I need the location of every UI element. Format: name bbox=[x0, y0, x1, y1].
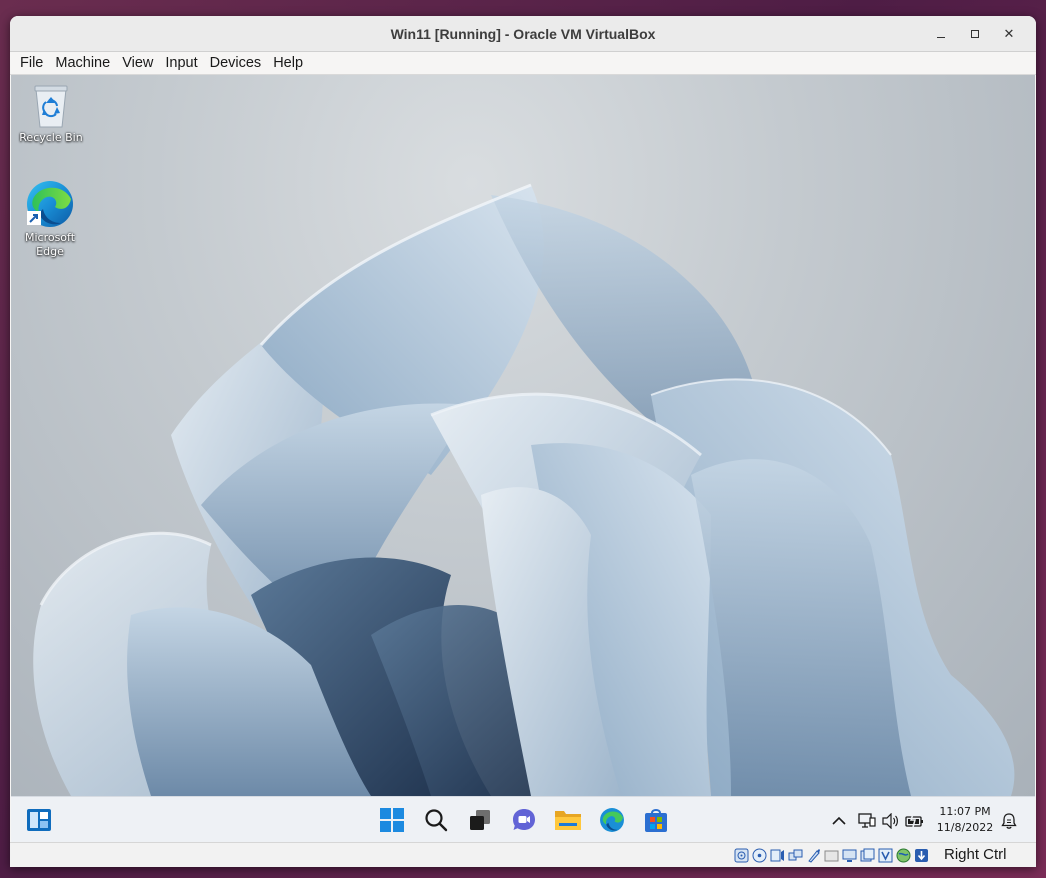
edge-icon bbox=[600, 808, 624, 832]
file-explorer-icon bbox=[555, 811, 581, 830]
chat-icon bbox=[513, 809, 535, 830]
taskbar-clock[interactable]: 11:07 PM 11/8/2022 bbox=[933, 804, 997, 836]
task-view-icon bbox=[470, 810, 490, 830]
optical-drive-icon bbox=[752, 848, 767, 863]
status-bar: Right Ctrl bbox=[10, 842, 1036, 867]
virtualbox-window: Win11 [Running] - Oracle VM VirtualBox ✕… bbox=[10, 16, 1036, 867]
taskbar: 11:07 PM 11/8/2022 bbox=[11, 796, 1035, 842]
usb-status[interactable] bbox=[805, 847, 822, 864]
window-title: Win11 [Running] - Oracle VM VirtualBox bbox=[390, 26, 656, 42]
virtualization-status[interactable] bbox=[877, 847, 894, 864]
task-view-button[interactable] bbox=[465, 805, 495, 835]
desktop-icon-label: Microsoft Edge bbox=[24, 231, 76, 258]
optical-drive-status[interactable] bbox=[751, 847, 768, 864]
keyboard-icon bbox=[915, 849, 928, 862]
file-explorer-button[interactable] bbox=[553, 805, 583, 835]
menu-view[interactable]: View bbox=[116, 52, 159, 75]
keyboard-status[interactable] bbox=[913, 847, 930, 864]
edge-taskbar-button[interactable] bbox=[597, 805, 627, 835]
close-icon: ✕ bbox=[1003, 26, 1015, 42]
edge-icon bbox=[27, 181, 73, 227]
shared-folders-status[interactable] bbox=[823, 847, 840, 864]
battery-icon bbox=[905, 814, 923, 828]
host-key-label: Right Ctrl bbox=[944, 846, 1007, 863]
recording-status[interactable] bbox=[859, 847, 876, 864]
desktop-icon-label: Recycle Bin bbox=[19, 131, 83, 144]
hard-disk-status[interactable] bbox=[733, 847, 750, 864]
search-icon bbox=[425, 809, 448, 832]
maximize-icon bbox=[971, 30, 979, 38]
volume-button[interactable] bbox=[881, 811, 901, 831]
display-status[interactable] bbox=[841, 847, 858, 864]
notification-icon bbox=[1001, 813, 1017, 829]
display-icon bbox=[842, 849, 857, 862]
start-icon bbox=[380, 808, 404, 832]
menu-machine[interactable]: Machine bbox=[49, 52, 116, 75]
menu-help[interactable]: Help bbox=[267, 52, 309, 75]
search-button[interactable] bbox=[421, 805, 451, 835]
wallpaper-bloom bbox=[33, 183, 1015, 796]
desktop[interactable]: Recycle Bin Microsoft Edge bbox=[11, 75, 1035, 796]
mouse-integration-status[interactable] bbox=[895, 847, 912, 864]
widgets-icon bbox=[27, 809, 51, 831]
store-icon bbox=[645, 809, 667, 832]
minimize-button[interactable] bbox=[924, 24, 958, 44]
clock-date: 11/8/2022 bbox=[936, 821, 994, 834]
store-button[interactable] bbox=[641, 805, 671, 835]
menu-bar: File Machine View Input Devices Help bbox=[10, 52, 1036, 75]
audio-icon bbox=[770, 849, 784, 862]
menu-input[interactable]: Input bbox=[159, 52, 203, 75]
mouse-integration-icon bbox=[896, 848, 911, 863]
desktop-icon-edge[interactable]: Microsoft Edge bbox=[12, 179, 88, 259]
recycle-bin-icon bbox=[34, 85, 68, 128]
volume-icon bbox=[882, 813, 898, 829]
start-button[interactable] bbox=[377, 805, 407, 835]
menu-file[interactable]: File bbox=[14, 52, 49, 75]
recording-icon bbox=[860, 848, 875, 862]
network-adapter-icon bbox=[788, 849, 803, 861]
network-adapter-status[interactable] bbox=[787, 847, 804, 864]
chat-button[interactable] bbox=[509, 805, 539, 835]
shared-folders-icon bbox=[824, 850, 839, 862]
maximize-button[interactable] bbox=[958, 24, 992, 44]
virtualization-icon bbox=[878, 848, 893, 863]
window-controls: ✕ bbox=[924, 24, 1026, 44]
audio-status[interactable] bbox=[769, 847, 786, 864]
notifications-button[interactable] bbox=[999, 811, 1019, 831]
network-button[interactable] bbox=[857, 811, 877, 831]
status-icons bbox=[733, 847, 930, 864]
show-hidden-icons-button[interactable] bbox=[829, 811, 849, 831]
close-button[interactable]: ✕ bbox=[992, 24, 1026, 44]
chevron-up-icon bbox=[832, 816, 846, 825]
minimize-icon bbox=[937, 36, 945, 38]
widgets-button[interactable] bbox=[24, 805, 54, 835]
hard-disk-icon bbox=[734, 848, 749, 863]
title-bar[interactable]: Win11 [Running] - Oracle VM VirtualBox ✕ bbox=[10, 16, 1036, 52]
menu-devices[interactable]: Devices bbox=[204, 52, 268, 75]
desktop-icon-recycle-bin[interactable]: Recycle Bin bbox=[13, 83, 89, 145]
battery-button[interactable] bbox=[905, 811, 925, 831]
usb-icon bbox=[808, 849, 820, 863]
clock-time: 11:07 PM bbox=[939, 805, 991, 818]
guest-display[interactable]: Recycle Bin Microsoft Edge 11:07 PM 11/8… bbox=[11, 75, 1035, 842]
network-icon bbox=[858, 813, 876, 828]
